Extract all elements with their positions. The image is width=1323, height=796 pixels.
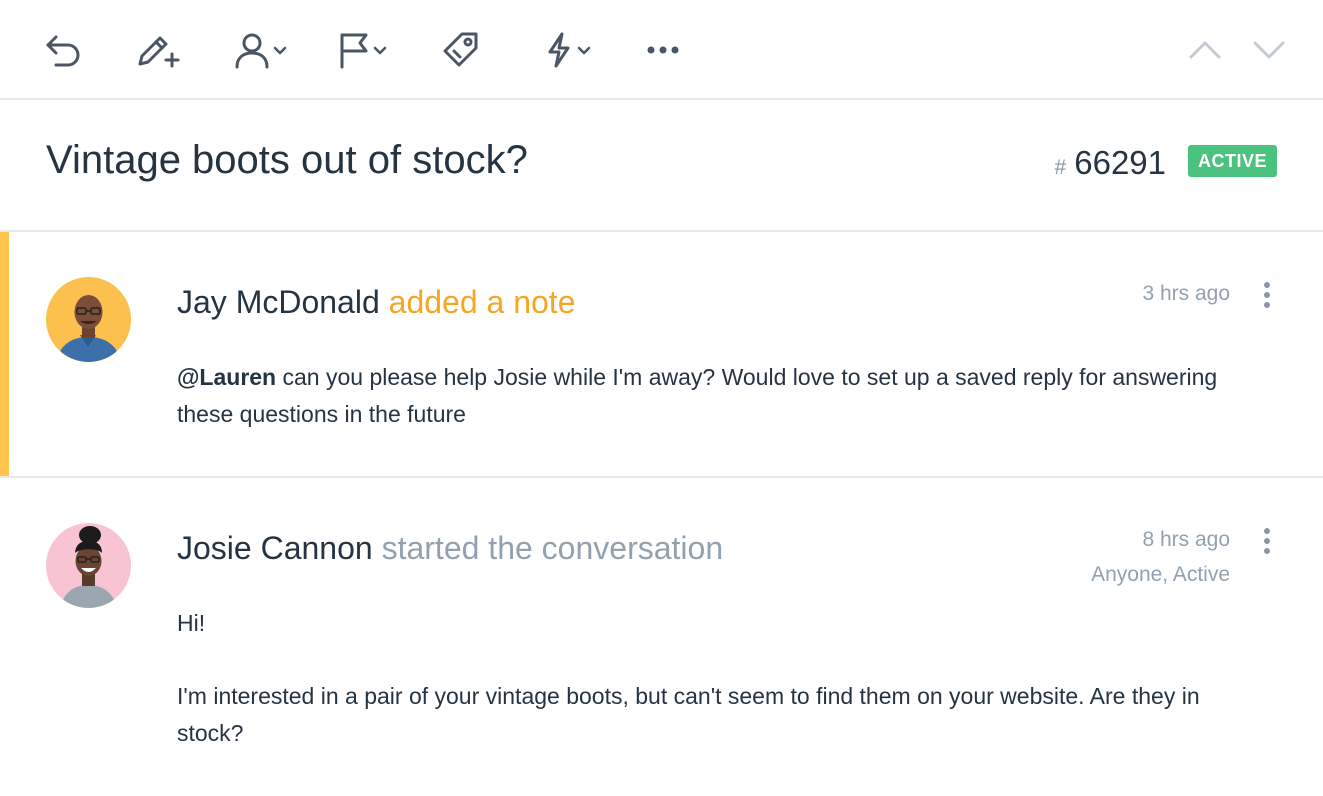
prev-arrow-icon [1189,41,1221,59]
author-name[interactable]: Josie Cannon [177,530,373,566]
chevron-down-icon [577,46,591,55]
flag-dropdown[interactable] [338,28,388,72]
thread-item-note: Jay McDonald added a note 3 hrs ago @Lau… [0,232,1323,478]
status-badge[interactable]: ACTIVE [1187,145,1277,177]
note-body: @Lauren can you please help Josie while … [177,359,1237,433]
more-vertical-icon[interactable] [1259,280,1275,310]
timestamp: 8 hrs ago [1142,528,1230,551]
add-note-button[interactable] [136,28,180,72]
conversation-number: # 66291 [1055,144,1166,182]
next-conversation-button[interactable] [1252,28,1286,72]
message-greeting: Hi! [177,610,206,636]
chevron-down-icon [273,46,287,55]
mention-link[interactable]: @Lauren [177,364,276,390]
hash-symbol: # [1054,156,1067,179]
chevron-down-icon [373,46,387,55]
note-accent-bar [0,232,9,476]
conversation-action: started the conversation [381,530,724,566]
workflow-bolt-icon [548,32,570,68]
more-actions-button[interactable] [646,28,680,72]
reply-icon [46,35,80,67]
assign-dropdown[interactable] [234,28,288,72]
conversation-header: Vintage boots out of stock? # 66291 ACTI… [0,100,1323,232]
reply-button[interactable] [44,28,82,72]
note-action: added a note [388,284,576,320]
message-body: I'm interested in a pair of your vintage… [177,683,1200,746]
avatar [46,277,131,362]
note-text: can you please help Josie while I'm away… [177,364,1218,427]
timestamp: 3 hrs ago [1142,282,1230,305]
tag-button[interactable] [442,28,480,72]
author-name[interactable]: Jay McDonald [177,284,380,320]
conversation-toolbar [0,0,1323,100]
tag-icon [443,32,478,67]
workflows-dropdown[interactable] [544,28,592,72]
add-note-icon [138,36,180,68]
assignee-status: Anyone, Active [1091,563,1230,586]
conversation-title[interactable]: Vintage boots out of stock? [46,136,528,184]
assign-user-icon [235,33,269,69]
author-line: Jay McDonald added a note [177,282,575,322]
more-icon [647,46,679,54]
author-line: Josie Cannon started the conversation [177,528,723,568]
more-vertical-icon[interactable] [1259,526,1275,556]
previous-conversation-button[interactable] [1188,28,1222,72]
avatar [46,523,131,608]
thread-item-message: Josie Cannon started the conversation 8 … [0,478,1323,796]
flag-icon [340,33,368,69]
conversation-number-value: 66291 [1074,144,1166,181]
next-arrow-icon [1253,41,1285,59]
